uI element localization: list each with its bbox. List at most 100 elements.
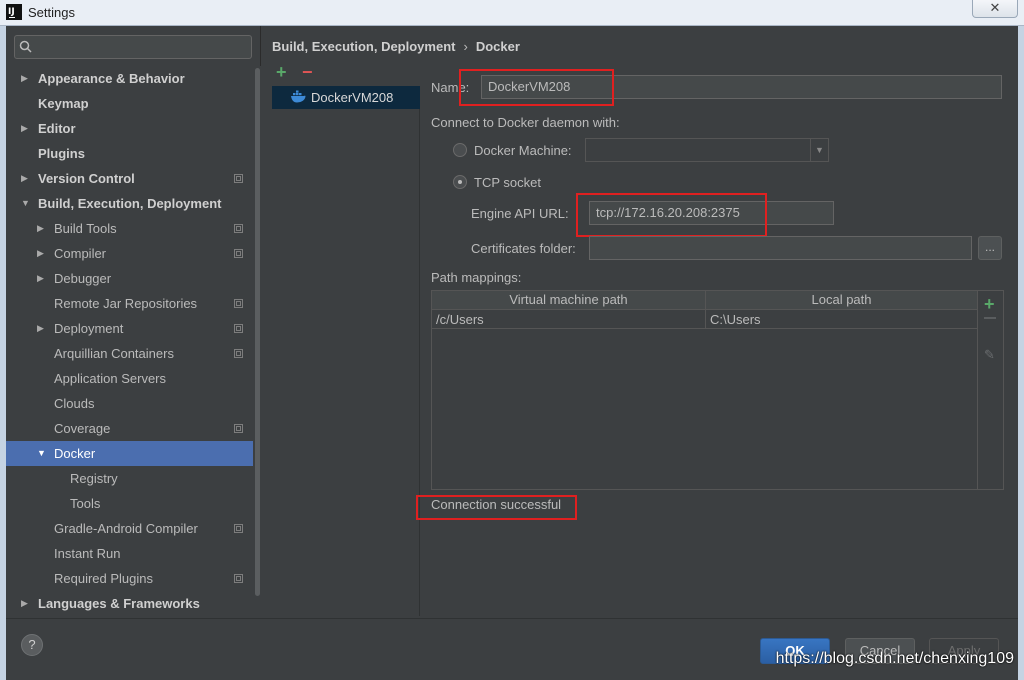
help-button[interactable]: ? — [21, 634, 43, 656]
docker-machine-radio[interactable] — [453, 143, 467, 157]
search-icon — [19, 40, 33, 57]
tree-item-instant-run[interactable]: Instant Run — [6, 541, 253, 566]
tree-item-label: Debugger — [54, 271, 112, 286]
tree-item-label: Docker — [54, 446, 96, 461]
tree-item-label: Application Servers — [54, 371, 166, 386]
column-header-vm-path[interactable]: Virtual machine path — [432, 291, 706, 310]
remove-server-button[interactable]: − — [302, 62, 313, 82]
chevron-right-icon[interactable]: ▶ — [21, 116, 28, 141]
chevron-right-icon[interactable]: ▶ — [37, 241, 44, 266]
path-mappings-label: Path mappings: — [431, 270, 522, 285]
tree-item-editor[interactable]: ▶ Editor — [6, 116, 253, 141]
chevron-right-icon[interactable]: ▶ — [37, 316, 44, 341]
tree-item-label: Build Tools — [54, 221, 117, 236]
tree-item-label: Plugins — [38, 146, 85, 161]
tree-item-tools[interactable]: Tools — [6, 491, 253, 516]
engine-url-label: Engine API URL: — [471, 206, 569, 221]
project-scope-icon — [234, 249, 243, 258]
highlight-box-status — [416, 495, 577, 520]
column-header-local-path[interactable]: Local path — [706, 291, 977, 310]
watermark-text: https://blog.csdn.net/chenxing109 — [775, 650, 1014, 667]
chevron-right-icon[interactable]: ▶ — [21, 66, 28, 91]
close-button[interactable]: ✕ — [972, 0, 1018, 18]
add-server-button[interactable]: + — [276, 62, 287, 82]
chevron-right-icon[interactable]: ▶ — [21, 166, 28, 191]
tree-item-label: Keymap — [38, 96, 89, 111]
chevron-right-icon[interactable]: ▶ — [37, 266, 44, 291]
tcp-socket-label: TCP socket — [474, 175, 541, 190]
chevron-right-icon[interactable]: ▶ — [37, 216, 44, 241]
docker-whale-icon — [290, 90, 306, 107]
tree-item-application-servers[interactable]: Application Servers — [6, 366, 253, 391]
certificates-label: Certificates folder: — [471, 241, 576, 256]
tree-item-remote-jar-repositories[interactable]: Remote Jar Repositories — [6, 291, 253, 316]
tree-item-label: Arquillian Containers — [54, 346, 174, 361]
breadcrumb: Build, Execution, Deployment › Docker — [272, 39, 520, 57]
path-mappings-toolbar: + ✎ — [978, 290, 1004, 490]
project-scope-icon — [234, 349, 243, 358]
tree-item-label: Build, Execution, Deployment — [38, 196, 222, 211]
tree-item-label: Required Plugins — [54, 571, 154, 586]
tree-item-label: Editor — [38, 121, 76, 136]
highlight-box-name — [459, 69, 614, 106]
tree-item-required-plugins[interactable]: Required Plugins — [6, 566, 253, 591]
connect-label: Connect to Docker daemon with: — [431, 115, 620, 130]
tree-item-label: Remote Jar Repositories — [54, 296, 198, 311]
tree-item-label: Instant Run — [54, 546, 121, 561]
tree-item-build-execution-deployment[interactable]: ▼ Build, Execution, Deployment — [6, 191, 253, 216]
browse-certificates-button[interactable]: ... — [978, 236, 1002, 260]
search-input[interactable] — [14, 35, 252, 59]
chevron-down-icon[interactable]: ▼ — [21, 191, 30, 216]
breadcrumb-separator: › — [463, 39, 468, 54]
server-item-dockervm208[interactable]: DockerVM208 — [272, 86, 420, 109]
docker-machine-select[interactable]: ▼ — [585, 138, 829, 162]
server-item-label: DockerVM208 — [311, 90, 394, 105]
tree-item-keymap[interactable]: Keymap — [6, 91, 253, 116]
project-scope-icon — [234, 299, 243, 308]
remove-mapping-button[interactable] — [984, 317, 996, 319]
project-scope-icon — [234, 224, 243, 233]
tree-item-debugger[interactable]: ▶ Debugger — [6, 266, 253, 291]
tree-item-label: Compiler — [54, 246, 107, 261]
sidebar-scrollbar-thumb[interactable] — [255, 68, 260, 596]
tree-item-deployment[interactable]: ▶ Deployment — [6, 316, 253, 341]
tree-item-build-tools[interactable]: ▶ Build Tools — [6, 216, 253, 241]
tree-item-appearance-behavior[interactable]: ▶ Appearance & Behavior — [6, 66, 253, 91]
tree-item-languages-frameworks[interactable]: ▶ Languages & Frameworks — [6, 591, 253, 616]
tree-item-gradle-android-compiler[interactable]: Gradle-Android Compiler — [6, 516, 253, 541]
certificates-field[interactable] — [589, 236, 972, 260]
chevron-right-icon[interactable]: ▶ — [21, 591, 28, 616]
tree-item-arquillian-containers[interactable]: Arquillian Containers — [6, 341, 253, 366]
tree-item-coverage[interactable]: Coverage — [6, 416, 253, 441]
chevron-down-icon[interactable]: ▼ — [37, 441, 46, 466]
tcp-socket-radio[interactable] — [453, 175, 467, 189]
settings-tree: ▶ Appearance & Behavior Keymap ▶ Editor Plugi… — [6, 66, 253, 616]
tree-item-label: Gradle-Android Compiler — [54, 521, 198, 536]
highlight-box-engine-url — [576, 193, 767, 237]
tree-item-registry[interactable]: Registry — [6, 466, 253, 491]
project-scope-icon — [234, 424, 243, 433]
tree-item-version-control[interactable]: ▶ Version Control — [6, 166, 253, 191]
project-scope-icon — [234, 324, 243, 333]
tree-item-label: Clouds — [54, 396, 95, 411]
table-cell-vm-path[interactable]: /c/Users — [432, 310, 706, 329]
tree-item-label: Version Control — [38, 171, 135, 186]
window-titlebar: IJ Settings ✕ — [0, 0, 1024, 26]
docker-server-list: DockerVM208 — [272, 86, 420, 616]
tree-item-label: Coverage — [54, 421, 111, 436]
pencil-icon[interactable]: ✎ — [984, 347, 995, 363]
tree-item-clouds[interactable]: Clouds — [6, 391, 253, 416]
tree-item-compiler[interactable]: ▶ Compiler — [6, 241, 253, 266]
project-scope-icon — [234, 174, 243, 183]
table-cell-local-path[interactable]: C:\Users — [706, 310, 977, 329]
tree-item-label: Appearance & Behavior — [38, 71, 185, 86]
tree-item-docker[interactable]: ▼ Docker — [6, 441, 253, 466]
tree-item-label: Registry — [70, 471, 118, 486]
breadcrumb-parent[interactable]: Build, Execution, Deployment — [272, 39, 455, 54]
window-title: Settings — [28, 5, 75, 20]
tree-item-label: Languages & Frameworks — [38, 596, 200, 611]
add-mapping-button[interactable]: + — [984, 294, 995, 315]
intellij-icon: IJ — [6, 4, 22, 20]
tree-item-plugins[interactable]: Plugins — [6, 141, 253, 166]
tree-item-label: Deployment — [54, 321, 124, 336]
